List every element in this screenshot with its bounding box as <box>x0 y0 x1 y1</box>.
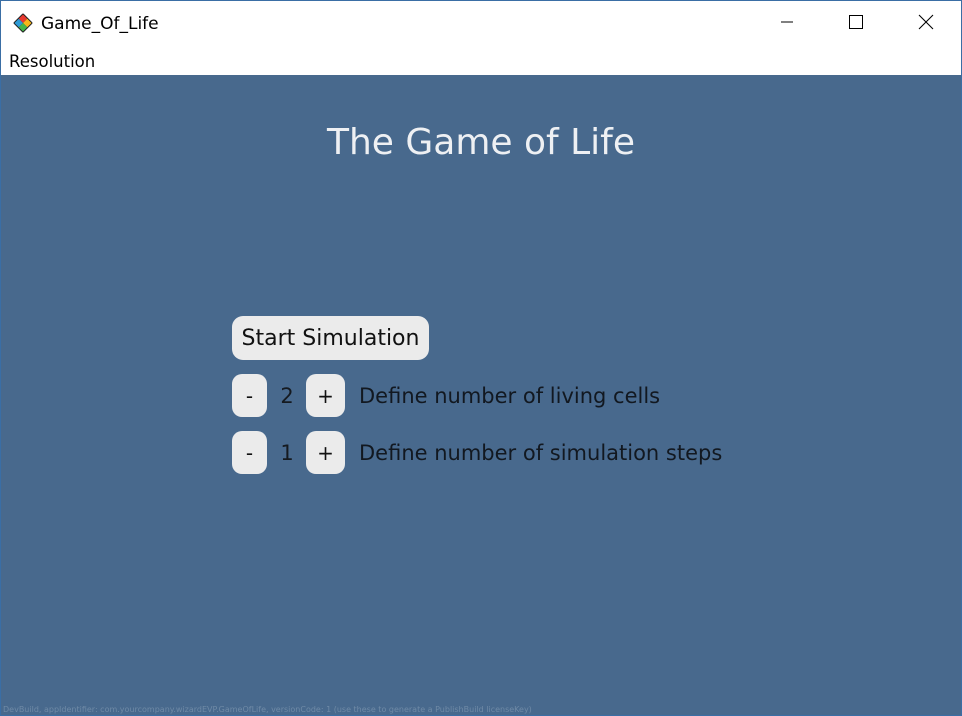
simulation-steps-decrement-button[interactable]: - <box>232 431 267 474</box>
game-content-area: The Game of Life Start Simulation - 2 + … <box>1 75 961 715</box>
maximize-icon <box>848 14 864 34</box>
living-cells-increment-button[interactable]: + <box>306 374 345 417</box>
start-simulation-button[interactable]: Start Simulation <box>232 316 429 360</box>
app-logo-icon <box>11 11 35 35</box>
minimize-icon <box>779 14 795 34</box>
close-button[interactable] <box>903 1 949 46</box>
minimize-button[interactable] <box>764 1 810 46</box>
menu-bar: Resolution <box>1 46 961 75</box>
simulation-steps-label: Define number of simulation steps <box>359 441 723 465</box>
window-title: Game_Of_Life <box>41 14 159 34</box>
living-cells-value: 2 <box>280 384 294 408</box>
title-bar[interactable]: Game_Of_Life <box>1 1 961 46</box>
app-window: Game_Of_Life Resolution The Game of Life… <box>0 0 962 716</box>
simulation-steps-increment-button[interactable]: + <box>306 431 345 474</box>
build-info-text: DevBuild, appIdentifier: com.yourcompany… <box>3 705 532 714</box>
menu-item-resolution[interactable]: Resolution <box>9 52 95 72</box>
close-icon <box>917 13 935 35</box>
living-cells-label: Define number of living cells <box>359 384 661 408</box>
maximize-button[interactable] <box>833 1 879 46</box>
living-cells-decrement-button[interactable]: - <box>232 374 267 417</box>
simulation-steps-value: 1 <box>280 441 294 465</box>
page-title: The Game of Life <box>326 122 636 163</box>
